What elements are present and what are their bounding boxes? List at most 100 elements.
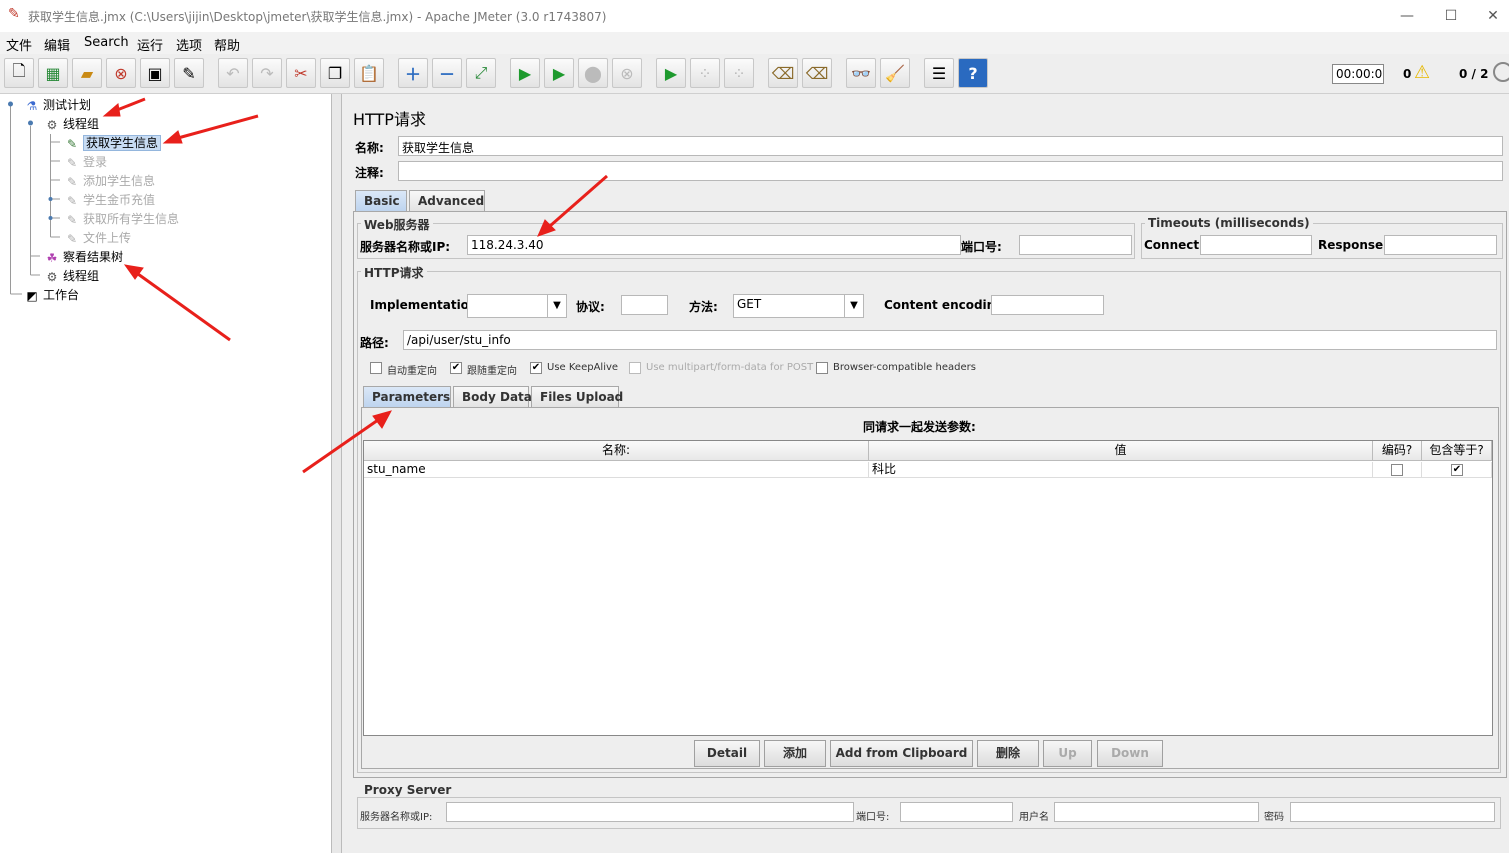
- help-icon[interactable]: ?: [958, 58, 988, 88]
- protocol-field[interactable]: [621, 295, 668, 315]
- redo-icon[interactable]: ↷: [252, 58, 282, 88]
- pipette-icon: ✎: [66, 174, 78, 189]
- open-icon[interactable]: ▰: [72, 58, 102, 88]
- cut-icon[interactable]: ✂: [286, 58, 316, 88]
- param-value-cell[interactable]: 科比: [869, 462, 1373, 478]
- protocol-label: 协议:: [576, 300, 605, 314]
- maximize-button[interactable]: ☐: [1431, 4, 1471, 28]
- proxy-user-field[interactable]: [1054, 802, 1259, 822]
- pane-splitter[interactable]: [332, 94, 342, 853]
- menu-edit[interactable]: 编辑: [44, 35, 70, 54]
- name-label: 名称:: [355, 141, 384, 155]
- remote-stop-icon[interactable]: ⁘: [690, 58, 720, 88]
- tree-item-label: 登录: [83, 155, 108, 169]
- add-button[interactable]: 添加: [764, 740, 826, 767]
- start-no-pause-icon[interactable]: ▶: [544, 58, 574, 88]
- stop-icon[interactable]: ⬤: [578, 58, 608, 88]
- comment-field[interactable]: [398, 161, 1503, 181]
- add-from-clipboard-button[interactable]: Add from Clipboard: [830, 740, 973, 767]
- tree-item-recharge-coins[interactable]: ✎ 学生金币充值: [64, 191, 155, 209]
- copy-icon[interactable]: ❐: [320, 58, 350, 88]
- templates-icon[interactable]: ▦: [38, 58, 68, 88]
- proxy-port-field[interactable]: [900, 802, 1013, 822]
- auto-redirect-checkbox[interactable]: [370, 362, 382, 374]
- tab-files-upload[interactable]: Files Upload: [531, 386, 623, 408]
- tree-item-thread-group-2[interactable]: ⚙ 线程组: [44, 267, 99, 285]
- down-button[interactable]: Down: [1097, 740, 1163, 767]
- tree-item-add-student[interactable]: ✎ 添加学生信息: [64, 172, 155, 190]
- param-include-equals-checkbox[interactable]: ✔: [1451, 464, 1463, 476]
- clear-all-icon[interactable]: ⌫: [802, 58, 832, 88]
- menu-help[interactable]: 帮助: [214, 35, 240, 54]
- follow-redirect-label: 跟随重定向: [467, 366, 517, 377]
- proxy-password-field[interactable]: [1290, 802, 1495, 822]
- remote-exit-icon[interactable]: ⁘: [724, 58, 754, 88]
- menu-file[interactable]: 文件: [6, 35, 32, 54]
- menu-search[interactable]: Search: [84, 35, 129, 50]
- tab-basic[interactable]: Basic: [355, 190, 407, 212]
- name-field[interactable]: 获取学生信息: [398, 136, 1503, 156]
- tree-item-file-upload[interactable]: ✎ 文件上传: [64, 229, 131, 247]
- column-encode[interactable]: 编码?: [1373, 441, 1422, 461]
- title-bar: ✎ 获取学生信息.jmx (C:\Users\jijin\Desktop\jme…: [0, 0, 1509, 32]
- tab-parameters[interactable]: Parameters: [363, 386, 451, 408]
- path-field[interactable]: /api/user/stu_info: [403, 330, 1497, 350]
- response-field[interactable]: [1384, 235, 1497, 255]
- minimize-button[interactable]: —: [1387, 4, 1427, 28]
- warning-icon[interactable]: ⚠: [1414, 62, 1430, 83]
- keepalive-checkbox[interactable]: ✔: [530, 362, 542, 374]
- follow-redirect-checkbox[interactable]: ✔: [450, 362, 462, 374]
- param-name-cell[interactable]: stu_name: [364, 462, 869, 478]
- tree-item-view-results-tree[interactable]: ☘ 察看结果树: [44, 248, 123, 266]
- clear-icon[interactable]: ⌫: [768, 58, 798, 88]
- search-icon[interactable]: 👓: [846, 58, 876, 88]
- close-button[interactable]: ✕: [1473, 4, 1509, 28]
- browser-headers-checkbox[interactable]: [816, 362, 828, 374]
- tab-body-data[interactable]: Body Data: [453, 386, 532, 408]
- proxy-host-field[interactable]: [446, 802, 854, 822]
- tree-item-get-all-students[interactable]: ✎ 获取所有学生信息: [64, 210, 179, 228]
- up-button[interactable]: Up: [1043, 740, 1092, 767]
- delete-button[interactable]: 删除: [977, 740, 1039, 767]
- start-icon[interactable]: ▶: [510, 58, 540, 88]
- browser-headers-label: Browser-compatible headers: [833, 362, 976, 373]
- remote-start-icon[interactable]: ▶: [656, 58, 686, 88]
- tree-item-label: 工作台: [43, 288, 80, 302]
- multipart-checkbox[interactable]: [629, 362, 641, 374]
- tree-item-label: 学生金币充值: [83, 193, 156, 207]
- param-encode-checkbox[interactable]: [1391, 464, 1403, 476]
- tree-item-login[interactable]: ✎ 登录: [64, 153, 107, 171]
- paste-icon[interactable]: 📋: [354, 58, 384, 88]
- detail-button[interactable]: Detail: [694, 740, 760, 767]
- collapse-icon[interactable]: －: [432, 58, 462, 88]
- expand-icon[interactable]: ＋: [398, 58, 428, 88]
- undo-icon[interactable]: ↶: [218, 58, 248, 88]
- tree-item-get-student-info[interactable]: ✎ 获取学生信息: [64, 134, 162, 152]
- tab-advanced[interactable]: Advanced: [409, 190, 485, 212]
- content-encoding-field[interactable]: [991, 295, 1104, 315]
- chevron-down-icon[interactable]: ▼: [844, 295, 863, 317]
- shutdown-icon[interactable]: ⊗: [612, 58, 642, 88]
- column-value[interactable]: 值: [869, 441, 1373, 461]
- proxy-port-label: 端口号:: [856, 812, 890, 823]
- column-include-equals[interactable]: 包含等于?: [1422, 441, 1492, 461]
- port-field[interactable]: [1019, 235, 1132, 255]
- tree-item-thread-group[interactable]: ⚙ 线程组: [44, 115, 99, 133]
- host-field[interactable]: 118.24.3.40: [467, 235, 961, 255]
- save-as-icon[interactable]: ✎: [174, 58, 204, 88]
- tree-item-label: 文件上传: [83, 231, 132, 245]
- tree-item-workbench[interactable]: ◩ 工作台: [24, 286, 79, 304]
- menu-options[interactable]: 选项: [176, 35, 202, 54]
- tree-item-test-plan[interactable]: ⚗ 测试计划: [24, 96, 91, 114]
- function-helper-icon[interactable]: ☰: [924, 58, 954, 88]
- connect-field[interactable]: [1200, 235, 1312, 255]
- chevron-down-icon[interactable]: ▼: [547, 295, 566, 317]
- toggle-icon[interactable]: ⤢: [466, 58, 496, 88]
- close-file-icon[interactable]: ⊗: [106, 58, 136, 88]
- reset-search-icon[interactable]: 🧹: [880, 58, 910, 88]
- chart-icon: ☘: [46, 250, 58, 265]
- new-icon[interactable]: 🗋: [4, 58, 34, 88]
- column-name[interactable]: 名称:: [364, 441, 869, 461]
- save-icon[interactable]: ▣: [140, 58, 170, 88]
- menu-run[interactable]: 运行: [137, 35, 163, 54]
